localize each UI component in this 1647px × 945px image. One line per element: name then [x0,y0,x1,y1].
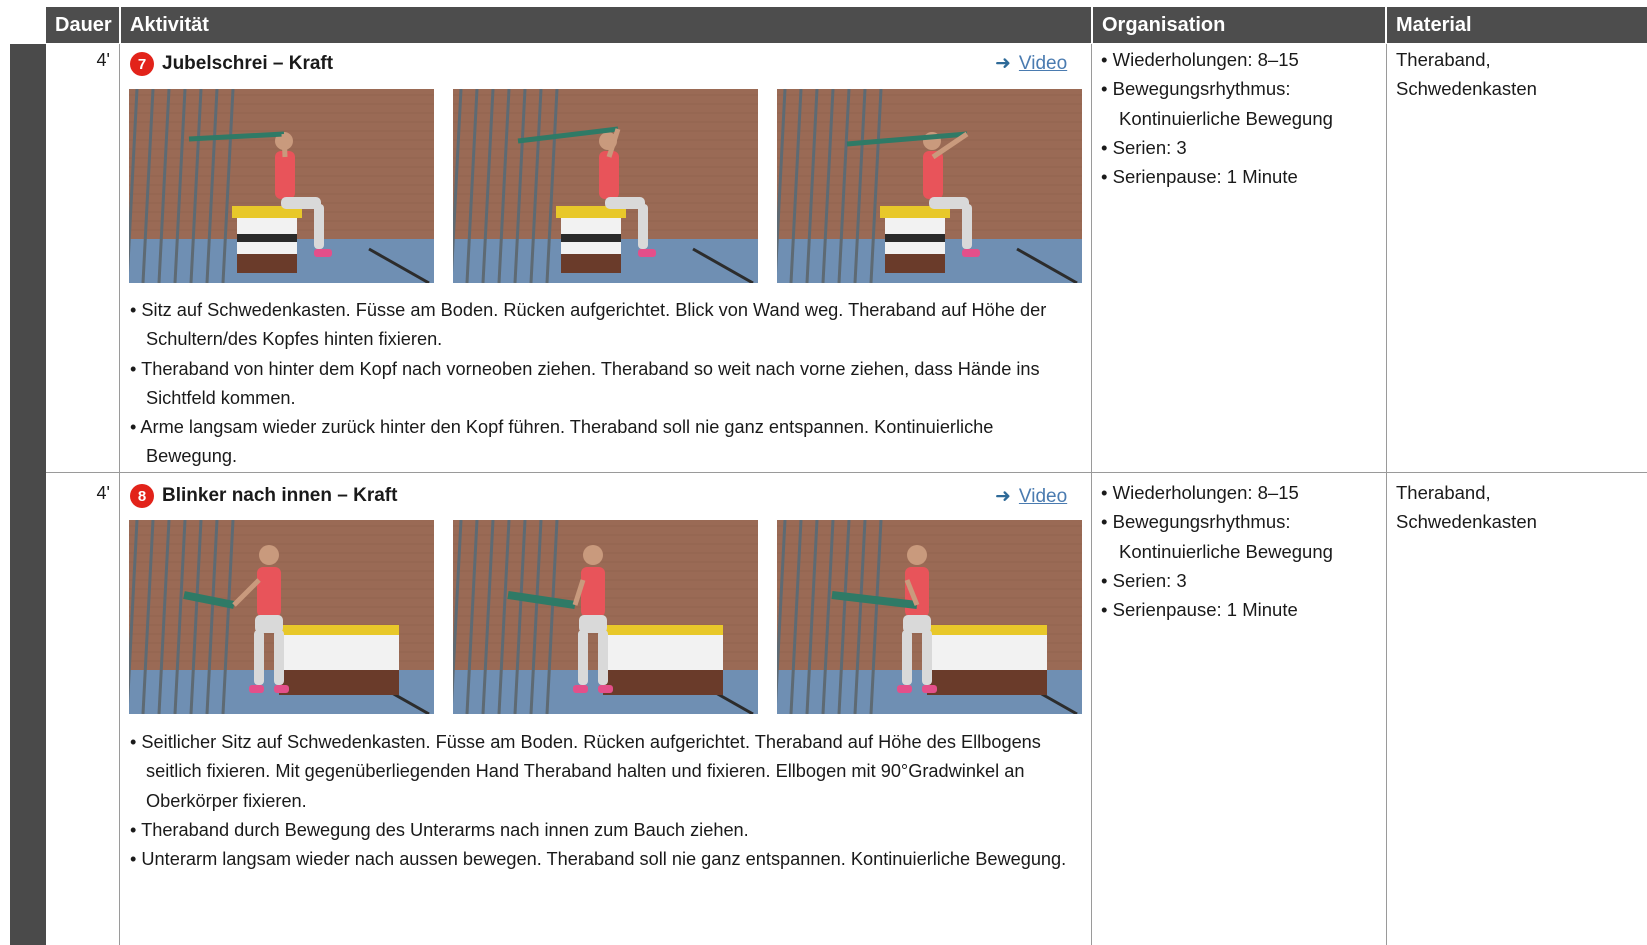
header-dauer: Dauer [55,14,112,36]
description-item: • Theraband durch Bewegung des Unterarms… [130,819,749,840]
video-link-text[interactable]: Video [1019,486,1067,508]
exercise-photo [777,89,1082,283]
exercise-photo [453,89,758,283]
description-item: • Unterarm langsam wieder nach aussen be… [130,849,1067,870]
gym-scene-illustration [129,520,434,714]
description-item: • Seitlicher Sitz auf Schwedenkasten. Fü… [130,732,1041,811]
table-header: Dauer Aktivität Organisation Material [46,7,1647,43]
video-link[interactable]: ➜ Video [995,52,1067,75]
exercise-title: 7 Jubelschrei – Kraft [130,52,333,76]
material-item: Schwedenkasten [1396,511,1537,533]
material-item: Theraband, [1396,482,1491,503]
video-link[interactable]: ➜ Video [995,485,1067,508]
organisation-item: • Serienpause: 1 Minute [1101,599,1298,621]
grid-line [119,44,120,945]
exercise-description: • Sitz auf Schwedenkasten. Füsse am Bode… [130,296,1085,472]
arrow-right-icon: ➜ [995,53,1011,74]
exercise-photo [453,520,758,714]
grid-line [1386,44,1387,945]
gym-scene-illustration [777,520,1082,714]
exercise-description: • Seitlicher Sitz auf Schwedenkasten. Fü… [130,728,1085,874]
header-aktivitaet: Aktivität [130,14,209,36]
arrow-right-icon: ➜ [995,486,1011,507]
organisation-item: • Serien: 3 [1101,136,1187,158]
section-sidebar [10,44,46,945]
gym-scene-illustration [453,520,758,714]
gym-scene-illustration [129,89,434,283]
organisation-list: • Wiederholungen: 8–15 • Bewegungsrhythm… [1101,45,1381,191]
gym-scene-illustration [453,89,758,283]
organisation-item: • Bewegungsrhythmus: Kontinuierliche Bew… [1101,78,1333,129]
organisation-item: • Serien: 3 [1101,569,1187,591]
number-badge: 8 [130,484,154,508]
duration: 4' [96,483,110,503]
material-item: Theraband, [1396,49,1491,70]
header-organisation: Organisation [1102,14,1226,36]
exercise-title: 8 Blinker nach innen – Kraft [130,484,397,508]
description-item: • Theraband von hinter dem Kopf nach vor… [130,358,1040,408]
row-divider [46,472,1647,473]
organisation-item: • Wiederholungen: 8–15 [1101,49,1299,70]
duration: 4' [96,50,110,70]
organisation-item: • Bewegungsrhythmus: Kontinuierliche Bew… [1101,511,1333,562]
video-link-text[interactable]: Video [1019,53,1067,75]
gym-scene-illustration [777,89,1082,283]
organisation-item: • Wiederholungen: 8–15 [1101,482,1299,503]
exercise-title-text: Blinker nach innen – Kraft [162,485,398,506]
organisation-item: • Serienpause: 1 Minute [1101,166,1298,188]
exercise-photo [129,89,434,283]
grid-line [1091,44,1092,945]
number-badge: 7 [130,52,154,76]
description-item: • Sitz auf Schwedenkasten. Füsse am Bode… [130,300,1047,350]
organisation-list: • Wiederholungen: 8–15 • Bewegungsrhythm… [1101,478,1381,624]
material-cell: Theraband, Schwedenkasten [1396,478,1641,537]
description-item: • Arme langsam wieder zurück hinter den … [130,417,994,467]
exercise-photo [129,520,434,714]
material-cell: Theraband, Schwedenkasten [1396,45,1641,104]
material-item: Schwedenkasten [1396,78,1537,100]
exercise-photo [777,520,1082,714]
header-material: Material [1396,14,1472,36]
exercise-title-text: Jubelschrei – Kraft [162,53,334,74]
